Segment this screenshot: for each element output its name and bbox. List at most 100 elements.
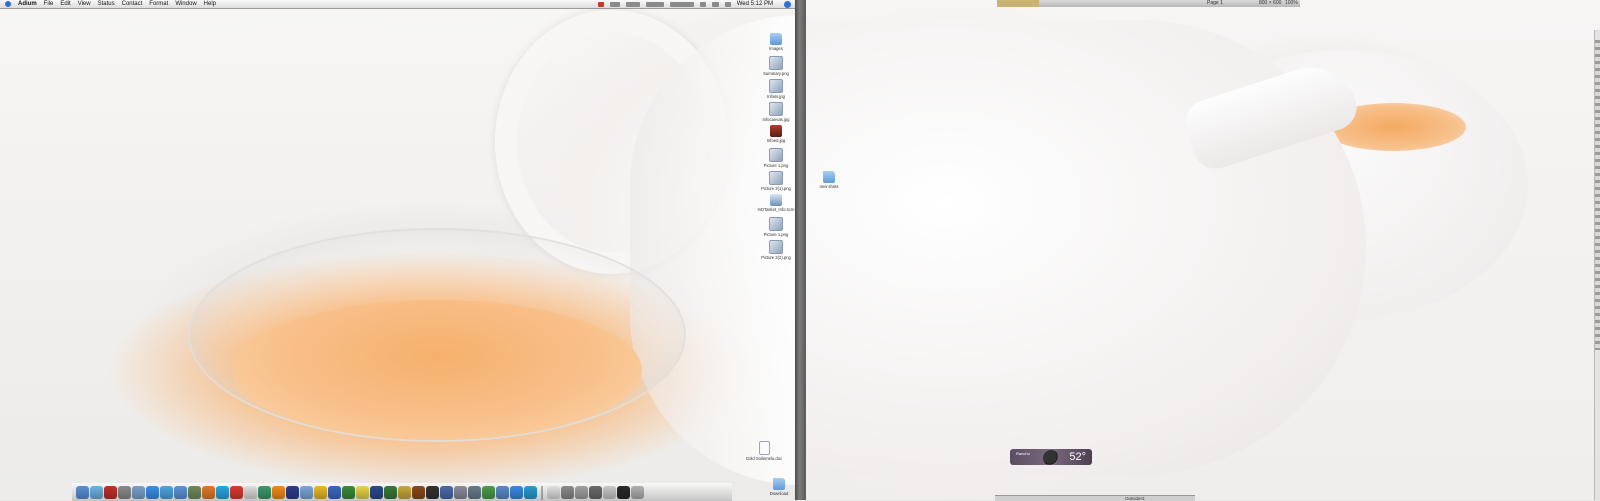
photoshop-icon[interactable] bbox=[370, 486, 383, 499]
desktop-icon-new-shots[interactable]: new shots bbox=[807, 171, 851, 189]
system-prefs-icon[interactable] bbox=[118, 486, 131, 499]
desktop-icon-label: Summary.png bbox=[763, 71, 789, 76]
window-thumb-icon[interactable] bbox=[617, 486, 630, 499]
menu-window[interactable]: Window bbox=[175, 0, 196, 8]
safari-icon[interactable] bbox=[146, 486, 159, 499]
desktop-left bbox=[0, 0, 795, 500]
menu-app-name[interactable]: Adium bbox=[18, 0, 37, 8]
window-tab[interactable] bbox=[997, 0, 1039, 7]
calendar-icon[interactable] bbox=[230, 486, 243, 499]
vlc-icon[interactable] bbox=[272, 486, 285, 499]
textedit-icon[interactable] bbox=[244, 486, 257, 499]
desktop-icon[interactable]: Picture 1.png bbox=[754, 148, 798, 168]
image-icon bbox=[769, 79, 783, 93]
network-meter-icon[interactable] bbox=[625, 1, 640, 7]
itunes-icon[interactable] bbox=[174, 486, 187, 499]
desktop-icon-label: new shots bbox=[819, 184, 839, 189]
folder-icon bbox=[823, 171, 835, 183]
chrome-icon[interactable] bbox=[510, 486, 523, 499]
menu-clock[interactable]: Wed 5:12 PM bbox=[737, 0, 773, 8]
desktop-icon[interactable]: Picture 2(2).png bbox=[754, 240, 798, 260]
adobe-icon[interactable] bbox=[286, 486, 299, 499]
dreamweaver-icon[interactable] bbox=[384, 486, 397, 499]
spotlight-icon[interactable] bbox=[784, 1, 791, 8]
page-info: Page 1 bbox=[1207, 0, 1223, 6]
utility-icon[interactable] bbox=[454, 486, 467, 499]
weather-temperature: 52° bbox=[1069, 451, 1086, 463]
image-icon bbox=[769, 240, 783, 254]
window-thumb-icon[interactable] bbox=[603, 486, 616, 499]
iphoto-icon[interactable] bbox=[188, 486, 201, 499]
menu-items: Adium File Edit View Status Contact Form… bbox=[18, 0, 216, 8]
mail-icon[interactable] bbox=[132, 486, 145, 499]
ichat-icon[interactable] bbox=[160, 486, 173, 499]
desktop-icon[interactable]: Infocanvas.jpg bbox=[754, 102, 798, 122]
desktop-icon[interactable]: Infoed.jpg bbox=[754, 125, 798, 143]
word-icon[interactable] bbox=[328, 486, 341, 499]
sheet-icon bbox=[770, 194, 782, 206]
desktop-icon[interactable]: Gold Soilemelu.doc bbox=[742, 441, 786, 461]
window-thumb-icon[interactable] bbox=[589, 486, 602, 499]
opera-icon[interactable] bbox=[104, 486, 117, 499]
ftp-icon[interactable] bbox=[524, 486, 537, 499]
desktop-icon-label: Infoss.jpg bbox=[767, 94, 785, 99]
window-thumb-icon[interactable] bbox=[561, 486, 574, 499]
fireworks-icon[interactable] bbox=[398, 486, 411, 499]
scrollbar-thumb[interactable] bbox=[1595, 40, 1600, 350]
volume-icon[interactable] bbox=[724, 1, 731, 7]
desktop-icon[interactable]: Picture 2(1).png bbox=[754, 171, 798, 191]
pref-icon[interactable] bbox=[468, 486, 481, 499]
tea-liquid bbox=[232, 300, 642, 440]
folder-app-icon[interactable] bbox=[300, 486, 313, 499]
terminal-icon[interactable] bbox=[426, 486, 439, 499]
excel-icon[interactable] bbox=[342, 486, 355, 499]
doc-icon bbox=[758, 441, 770, 455]
menu-edit[interactable]: Edit bbox=[60, 0, 70, 8]
bluetooth-icon[interactable] bbox=[699, 1, 706, 7]
cpu-meter-icon[interactable] bbox=[609, 1, 620, 7]
memory-meter-icon[interactable] bbox=[645, 1, 664, 7]
desktop-icon-label: Picture 2(1).png bbox=[761, 186, 791, 191]
weather-widget[interactable]: Rancho 52° bbox=[1010, 449, 1092, 466]
finder-icon[interactable] bbox=[76, 486, 89, 499]
itunes-app-icon[interactable] bbox=[258, 486, 271, 499]
skype-icon[interactable] bbox=[216, 486, 229, 499]
image-icon bbox=[769, 148, 783, 162]
bridge-icon[interactable] bbox=[412, 486, 425, 499]
right-window-scrollbar[interactable] bbox=[1594, 30, 1600, 500]
menu-view[interactable]: View bbox=[78, 0, 91, 8]
script-icon[interactable] bbox=[496, 486, 509, 499]
desktop-icon[interactable]: Picture 1.png bbox=[754, 217, 798, 237]
desktop-icon[interactable]: Infoss.jpg bbox=[754, 79, 798, 99]
desktop-icon[interactable]: InDTasket_Info.scrn bbox=[754, 194, 798, 212]
menu-extra-icon[interactable] bbox=[597, 1, 604, 7]
canvas-size: 800 × 600 bbox=[1259, 0, 1282, 6]
menu-file[interactable]: File bbox=[44, 0, 54, 8]
zoom-level[interactable]: 100% bbox=[1285, 0, 1298, 7]
dock bbox=[72, 483, 732, 501]
firefox-icon[interactable] bbox=[202, 486, 215, 499]
coda-icon[interactable] bbox=[482, 486, 495, 499]
menu-contact[interactable]: Contact bbox=[122, 0, 143, 8]
doc-stack-icon[interactable] bbox=[547, 486, 560, 499]
window-thumb-icon[interactable] bbox=[575, 486, 588, 499]
trash-icon[interactable] bbox=[631, 486, 644, 499]
menu-format[interactable]: Format bbox=[149, 0, 168, 8]
disk-meter-icon[interactable] bbox=[669, 1, 694, 7]
transmit-icon[interactable] bbox=[314, 486, 327, 499]
image-icon bbox=[769, 56, 783, 70]
window-title: Outsider3 bbox=[1125, 496, 1145, 501]
wifi-icon[interactable] bbox=[711, 1, 719, 7]
desktop-icon[interactable]: Images bbox=[754, 33, 798, 51]
apple-menu-icon[interactable] bbox=[5, 1, 11, 7]
adium-icon[interactable] bbox=[90, 486, 103, 499]
dock-separator bbox=[541, 486, 543, 500]
desktop-icon[interactable]: Summary.png bbox=[754, 56, 798, 76]
menu-help[interactable]: Help bbox=[204, 0, 216, 8]
desktop-icon-label: Images bbox=[769, 46, 783, 51]
network-icon[interactable] bbox=[440, 486, 453, 499]
stickies-icon[interactable] bbox=[356, 486, 369, 499]
desktop-icon[interactable]: Download bbox=[757, 478, 801, 496]
desktop-icon-label: Picture 1.png bbox=[763, 232, 789, 237]
menu-status[interactable]: Status bbox=[98, 0, 115, 8]
